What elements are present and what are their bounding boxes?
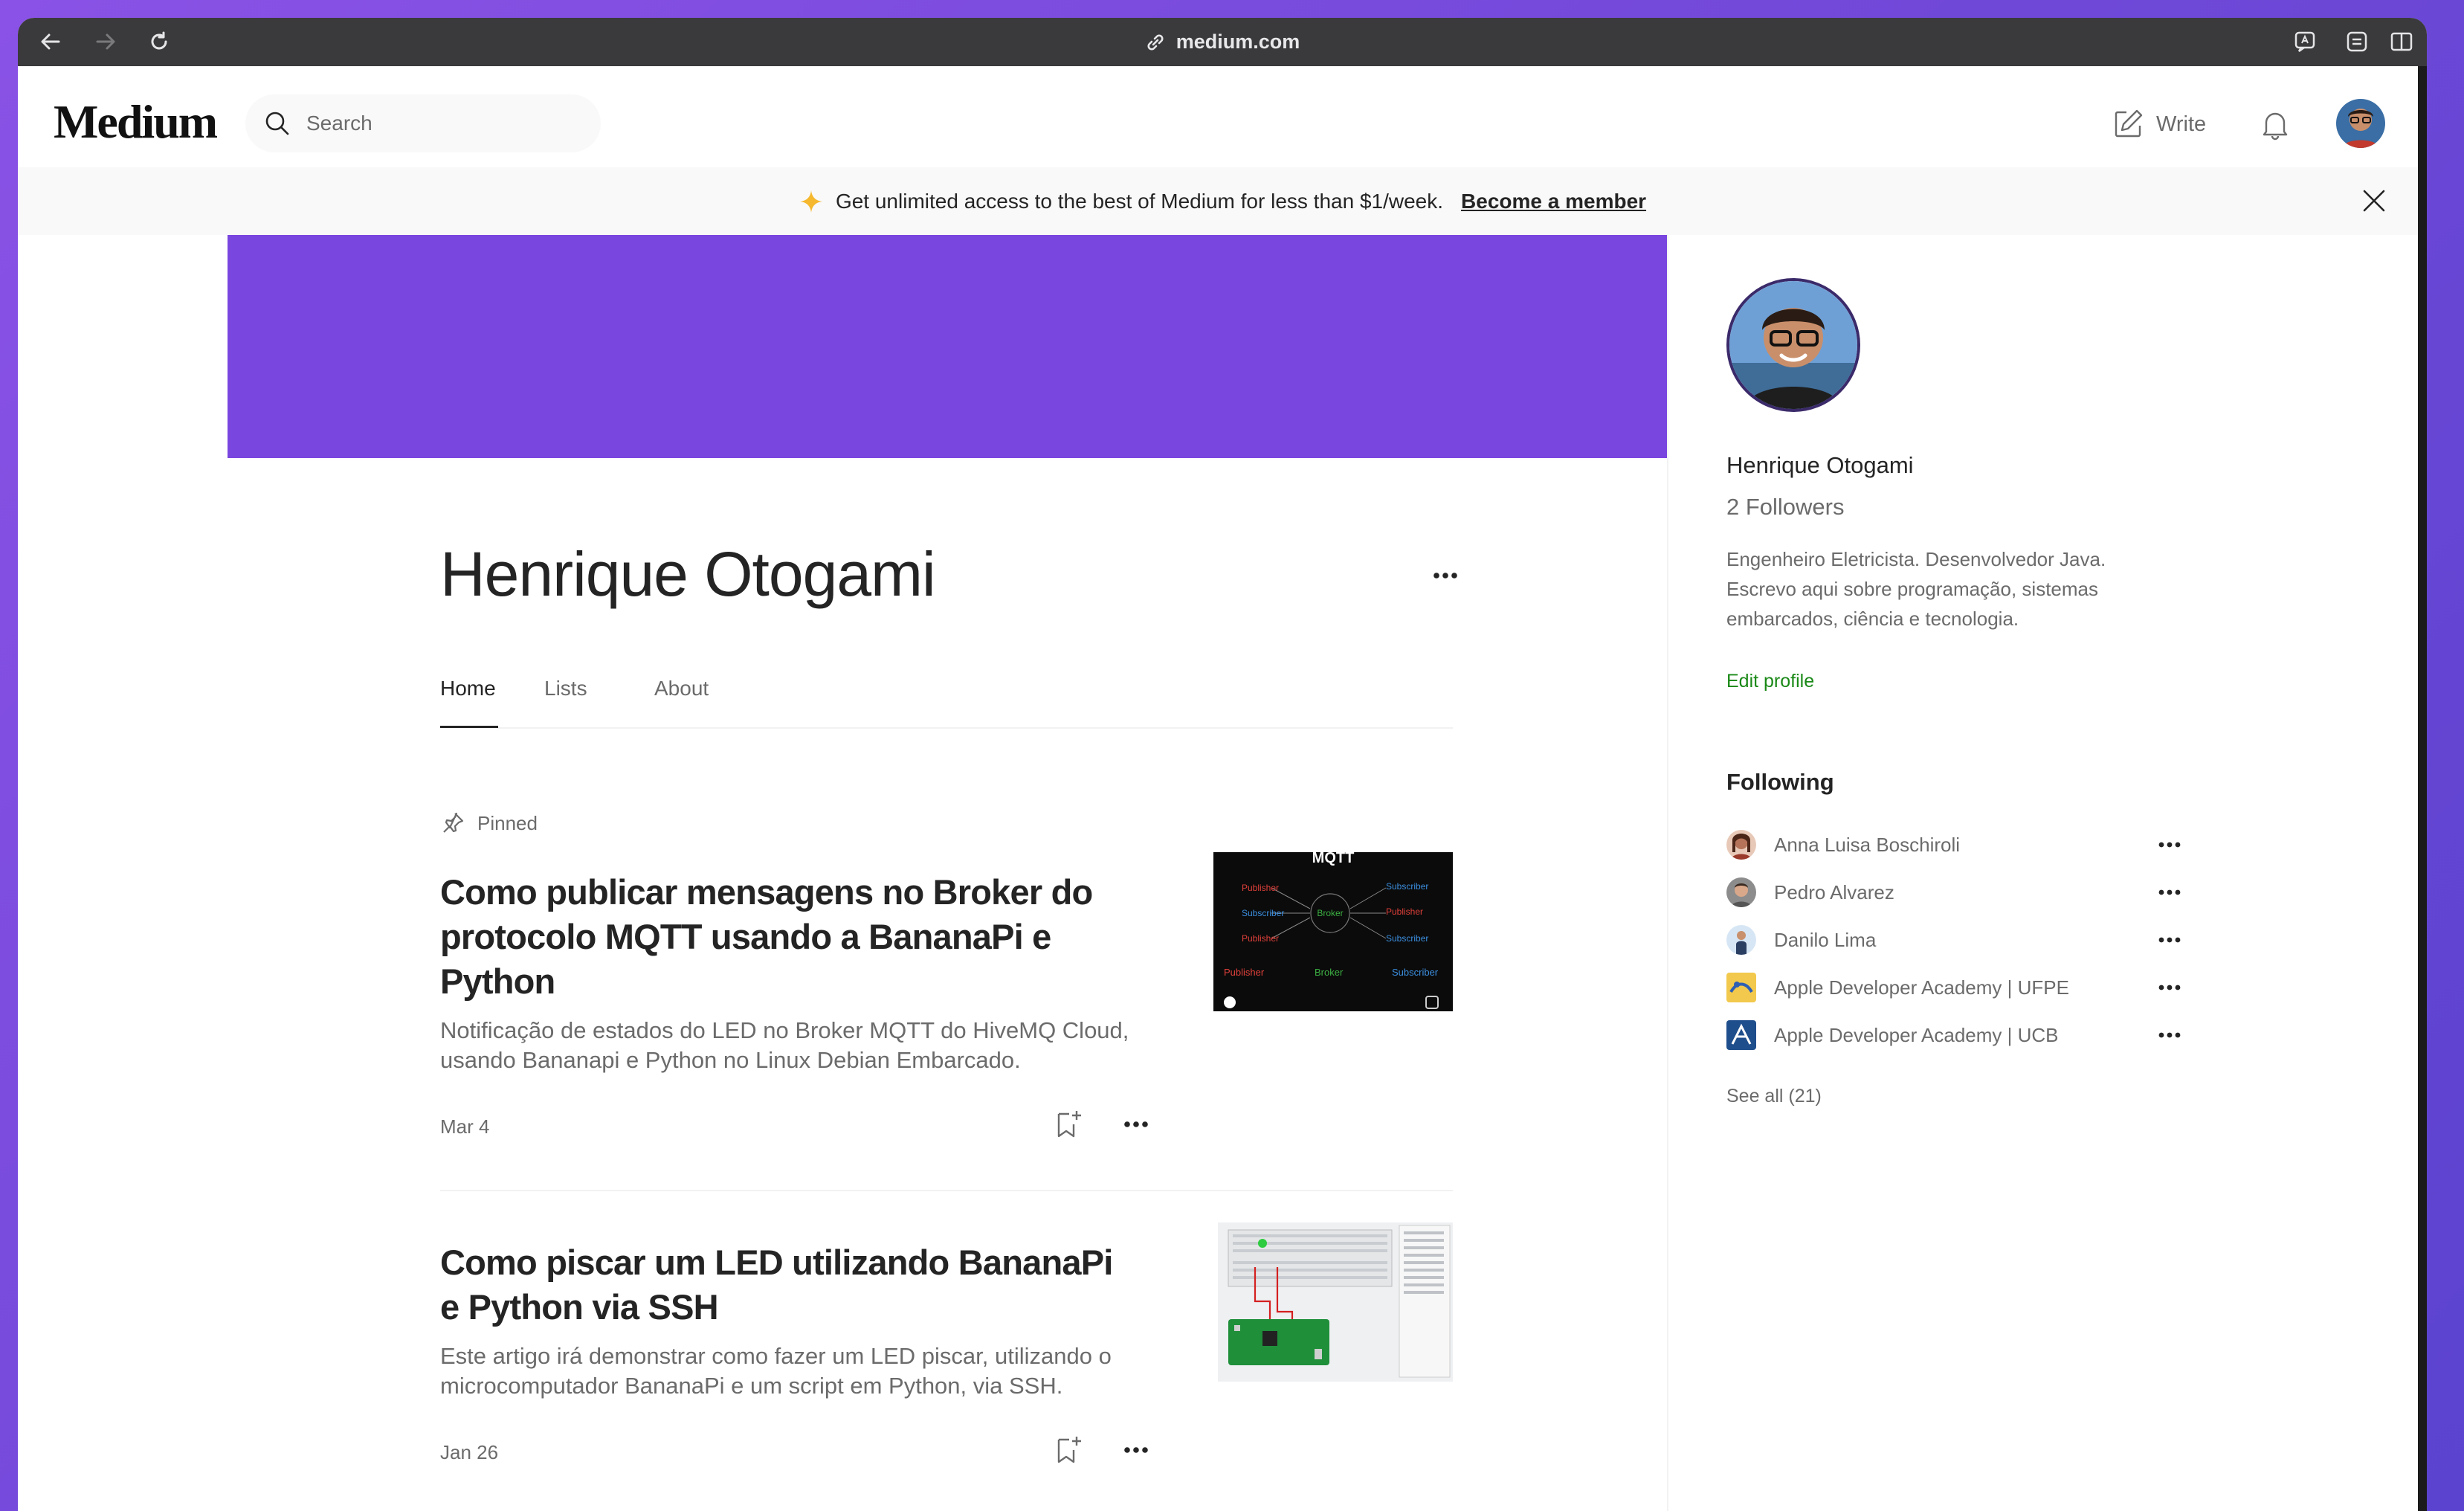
sidebar-name: Henrique Otogami bbox=[1726, 452, 1914, 478]
article-more-icon[interactable] bbox=[1117, 1431, 1155, 1469]
thumb-bottom-2: Subscriber bbox=[1392, 967, 1439, 978]
pinned-label: Pinned bbox=[440, 811, 538, 836]
browser-window: medium.com Medium Write bbox=[18, 18, 2427, 1511]
following-heading: Following bbox=[1726, 769, 1834, 795]
following-more-icon[interactable] bbox=[2152, 970, 2187, 1005]
active-tab-indicator bbox=[440, 726, 498, 728]
tab-home[interactable]: Home bbox=[440, 677, 496, 700]
sidebar-icon[interactable] bbox=[2385, 25, 2418, 58]
article-subtitle[interactable]: Este artigo irá demonstrar como fazer um… bbox=[440, 1341, 1154, 1401]
article-subtitle[interactable]: Notificação de estados do LED no Broker … bbox=[440, 1016, 1154, 1075]
article-thumbnail[interactable]: MQTT Broker Publisher Subscriber Publish… bbox=[1213, 852, 1453, 1011]
thumb-left-1: Subscriber bbox=[1242, 908, 1284, 918]
article-date: Mar 4 bbox=[440, 1115, 490, 1138]
thumb-bottom-1: Broker bbox=[1315, 967, 1344, 978]
search-input[interactable] bbox=[306, 112, 574, 135]
academy-logo-icon bbox=[1726, 1020, 1756, 1050]
thumb-title: MQTT bbox=[1312, 852, 1355, 866]
following-item[interactable]: Pedro Alvarez bbox=[1726, 874, 2187, 910]
see-all-link[interactable]: See all (21) bbox=[1726, 1086, 1822, 1107]
sparkle-icon bbox=[799, 190, 822, 213]
edit-profile-link[interactable]: Edit profile bbox=[1726, 671, 1814, 692]
following-name: Danilo Lima bbox=[1774, 928, 1877, 951]
thumb-right-2: Subscriber bbox=[1386, 933, 1428, 944]
banner-text: Get unlimited access to the best of Medi… bbox=[835, 189, 1444, 213]
avatar bbox=[1726, 925, 1756, 955]
write-button[interactable]: Write bbox=[2112, 108, 2206, 141]
thumb-left-0: Publisher bbox=[1242, 883, 1279, 893]
thumb-right-1: Publisher bbox=[1386, 906, 1423, 917]
following-name: Pedro Alvarez bbox=[1774, 880, 1894, 903]
sidebar-divider bbox=[1667, 235, 1668, 1511]
bell-icon[interactable] bbox=[2257, 106, 2293, 142]
tabs-icon[interactable] bbox=[2341, 25, 2373, 58]
following-more-icon[interactable] bbox=[2152, 922, 2187, 958]
article-date: Jan 26 bbox=[440, 1441, 499, 1463]
address-bar[interactable]: medium.com bbox=[18, 18, 2427, 66]
search-icon bbox=[265, 112, 289, 135]
write-label: Write bbox=[2156, 112, 2207, 136]
url-text: medium.com bbox=[1175, 30, 1300, 53]
avatar bbox=[1726, 830, 1756, 860]
become-member-link[interactable]: Become a member bbox=[1461, 190, 1646, 213]
article-thumbnail[interactable] bbox=[1218, 1222, 1453, 1382]
thumb-left-2: Publisher bbox=[1242, 933, 1279, 944]
academy-logo-icon bbox=[1726, 973, 1756, 1002]
bookmark-add-icon[interactable] bbox=[1048, 1431, 1087, 1469]
scrollbar[interactable] bbox=[2418, 66, 2427, 1511]
following-name: Apple Developer Academy | UCB bbox=[1774, 1023, 2059, 1046]
following-more-icon[interactable] bbox=[2152, 827, 2187, 863]
following-more-icon[interactable] bbox=[2152, 1017, 2187, 1053]
tab-about[interactable]: About bbox=[654, 677, 709, 700]
profile-cover bbox=[228, 235, 1667, 458]
pin-icon bbox=[443, 812, 464, 833]
article-more-icon[interactable] bbox=[1117, 1105, 1155, 1144]
tab-lists[interactable]: Lists bbox=[544, 677, 587, 700]
article-title[interactable]: Como publicar mensagens no Broker do pro… bbox=[440, 870, 1139, 1004]
close-icon[interactable] bbox=[2357, 184, 2391, 218]
avatar bbox=[1726, 877, 1756, 907]
profile-bio: Engenheiro Eletricista. Desenvolvedor Ja… bbox=[1726, 548, 2106, 630]
membership-banner: Get unlimited access to the best of Medi… bbox=[18, 167, 2427, 235]
following-more-icon[interactable] bbox=[2152, 874, 2187, 910]
thumb-bottom-0: Publisher bbox=[1224, 967, 1265, 978]
followers-count[interactable]: 2 Followers bbox=[1726, 494, 1845, 521]
following-item[interactable]: Danilo Lima bbox=[1726, 922, 2187, 958]
pinned-text: Pinned bbox=[477, 811, 538, 834]
write-icon bbox=[2115, 109, 2143, 138]
following-item[interactable]: Apple Developer Academy | UCB bbox=[1726, 1017, 2187, 1053]
following-item[interactable]: Apple Developer Academy | UFPE bbox=[1726, 970, 2187, 1005]
link-icon bbox=[1147, 33, 1164, 51]
article-title[interactable]: Como piscar um LED utilizando BananaPi e… bbox=[440, 1240, 1139, 1330]
article-separator bbox=[440, 1190, 1453, 1191]
profile-name: Henrique Otogami bbox=[440, 539, 936, 609]
profile-tabs: Home Lists About bbox=[440, 671, 1453, 729]
browser-toolbar: medium.com bbox=[18, 18, 2427, 66]
site-header: Medium Write bbox=[18, 66, 2427, 167]
thumb-right-0: Subscriber bbox=[1386, 881, 1428, 892]
search-box[interactable] bbox=[245, 94, 601, 152]
following-name: Anna Luisa Boschiroli bbox=[1774, 833, 1961, 856]
reader-icon[interactable] bbox=[2289, 25, 2321, 58]
thumb-broker: Broker bbox=[1317, 908, 1343, 918]
user-avatar[interactable] bbox=[2336, 99, 2385, 148]
bookmark-add-icon[interactable] bbox=[1048, 1105, 1087, 1144]
profile-more-icon[interactable] bbox=[1429, 559, 1462, 592]
following-item[interactable]: Anna Luisa Boschiroli bbox=[1726, 827, 2187, 863]
following-name: Apple Developer Academy | UFPE bbox=[1774, 976, 2069, 999]
medium-logo[interactable]: Medium bbox=[54, 94, 218, 149]
profile-avatar[interactable] bbox=[1726, 278, 1860, 412]
